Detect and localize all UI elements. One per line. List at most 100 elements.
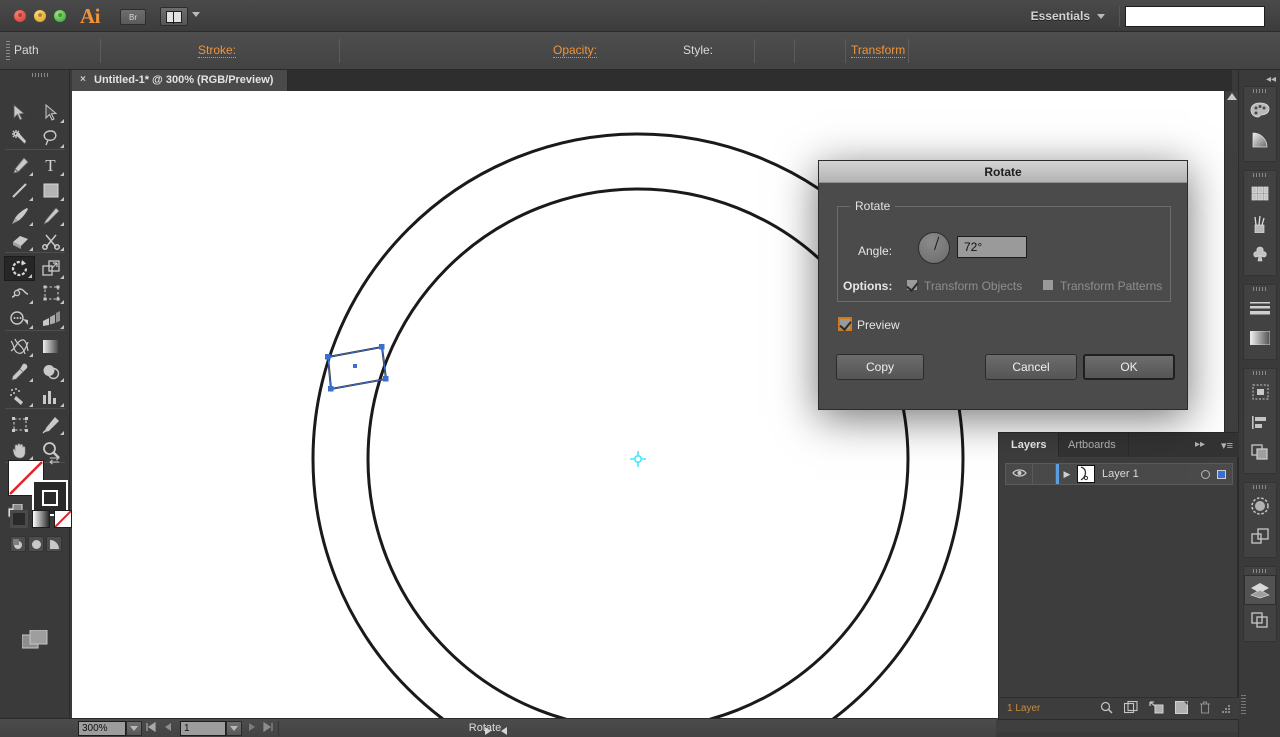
tool-lasso[interactable] <box>35 125 66 150</box>
panel-resize-grip[interactable] <box>1222 701 1231 719</box>
minimize-window-button[interactable] <box>34 10 46 22</box>
draw-inside-button[interactable] <box>46 536 62 552</box>
tool-perspective-grid[interactable] <box>35 306 66 331</box>
delete-selection-button[interactable] <box>1199 701 1211 719</box>
gradient-panel-icon[interactable] <box>1244 323 1276 353</box>
tool-direct-selection[interactable] <box>35 100 66 125</box>
search-input[interactable] <box>1125 6 1265 27</box>
dock-group-grip[interactable] <box>1244 171 1276 179</box>
dock-resize-grip[interactable] <box>1241 695 1246 715</box>
dock-group-grip[interactable] <box>1244 285 1276 293</box>
pathfinder-panel-icon[interactable] <box>1244 437 1276 467</box>
layers-panel-icon[interactable] <box>1244 575 1276 605</box>
go-to-bridge-button[interactable]: Br <box>120 9 146 25</box>
layer-visibility-icon[interactable] <box>1006 467 1032 481</box>
tool-line-segment[interactable] <box>4 178 35 203</box>
tool-mesh[interactable] <box>4 334 35 359</box>
draw-behind-button[interactable] <box>28 536 44 552</box>
tab-layers[interactable]: Layers <box>999 433 1060 457</box>
close-document-icon[interactable]: × <box>80 74 86 86</box>
symbols-panel-icon[interactable] <box>1244 239 1276 269</box>
tool-column-graph[interactable] <box>35 384 66 409</box>
tool-selection[interactable] <box>4 100 35 125</box>
color-mode-none-button[interactable] <box>54 510 72 528</box>
opacity-label[interactable]: Opacity: <box>553 43 598 58</box>
screen-mode-button[interactable] <box>21 629 48 655</box>
tool-slice[interactable] <box>35 412 66 437</box>
workspace-switcher[interactable]: Essentials <box>1031 9 1090 23</box>
tool-rectangle[interactable] <box>35 178 66 203</box>
layer-selected-art-indicator[interactable] <box>1217 469 1226 479</box>
tools-panel-grip[interactable] <box>32 73 48 77</box>
layer-target-icon[interactable] <box>1201 469 1210 479</box>
status-menu-right-icon[interactable] <box>483 723 492 737</box>
dock-group-grip[interactable] <box>1244 483 1276 491</box>
copy-button[interactable]: Copy <box>836 354 924 380</box>
arrange-chevron-down-icon[interactable] <box>192 12 200 17</box>
layers-panel-menu-icon[interactable]: ▾≡ <box>1221 439 1233 452</box>
dock-group-grip[interactable] <box>1244 87 1276 95</box>
collapse-layers-panel-icon[interactable]: ▸▸ <box>1195 439 1205 450</box>
layer-expand-triangle-icon[interactable]: ▶ <box>1059 469 1075 480</box>
tool-pen[interactable] <box>4 153 35 178</box>
ok-button[interactable]: OK <box>1083 354 1175 380</box>
tool-hand[interactable] <box>4 437 35 462</box>
tool-eraser[interactable] <box>35 228 66 253</box>
preview-checkbox[interactable] <box>839 318 851 330</box>
draw-normal-button[interactable] <box>10 536 26 552</box>
tool-pencil[interactable] <box>35 203 66 228</box>
artboard-number-field[interactable]: 1 <box>180 721 226 736</box>
stroke-weight-label[interactable]: Stroke: <box>198 43 237 58</box>
swatches-panel-icon[interactable] <box>1244 179 1276 209</box>
control-bar-grip[interactable] <box>6 41 10 61</box>
create-new-sublayer-button[interactable] <box>1149 701 1164 719</box>
angle-input[interactable]: 72° <box>957 236 1027 258</box>
scroll-up-icon[interactable] <box>1227 93 1237 100</box>
tool-type[interactable]: T <box>35 153 66 178</box>
color-mode-flat-button[interactable] <box>10 510 28 528</box>
document-tab[interactable]: × Untitled-1* @ 300% (RGB/Preview) <box>72 70 289 91</box>
tool-artboard[interactable] <box>4 412 35 437</box>
tool-eyedropper[interactable] <box>4 359 35 384</box>
cancel-button[interactable]: Cancel <box>985 354 1077 380</box>
dock-group-grip[interactable] <box>1244 567 1276 575</box>
angle-dial[interactable] <box>918 232 950 264</box>
color-mode-gradient-button[interactable] <box>32 510 50 528</box>
close-window-button[interactable] <box>14 10 26 22</box>
tool-free-transform[interactable] <box>35 281 66 306</box>
transparency-panel-icon[interactable] <box>1244 377 1276 407</box>
tool-magic-wand[interactable] <box>4 125 35 150</box>
first-artboard-button[interactable] <box>146 721 156 735</box>
arrange-documents-button[interactable] <box>160 7 188 26</box>
table-row[interactable]: ▶ Layer 1 <box>1005 463 1233 485</box>
swap-fill-stroke-icon[interactable]: ⇄ <box>49 452 60 468</box>
collapse-panels-icon[interactable]: ◂◂ <box>1266 74 1276 85</box>
appearance-panel-icon[interactable] <box>1244 521 1276 551</box>
workspace-chevron-down-icon[interactable] <box>1097 14 1105 19</box>
tool-rotate[interactable] <box>4 256 35 281</box>
next-artboard-button[interactable] <box>248 722 257 735</box>
color-guide-panel-icon[interactable] <box>1244 125 1276 155</box>
previous-artboard-button[interactable] <box>163 722 172 735</box>
transform-panel-icon[interactable] <box>1244 491 1276 521</box>
color-panel-icon[interactable] <box>1244 95 1276 125</box>
align-panel-icon[interactable] <box>1244 407 1276 437</box>
transform-patterns-checkbox[interactable] <box>1042 279 1054 291</box>
zoom-level-field[interactable]: 300% <box>78 721 126 736</box>
tool-gradient[interactable] <box>35 334 66 359</box>
tool-scale[interactable] <box>35 256 66 281</box>
layer-name-label[interactable]: Layer 1 <box>1102 468 1139 480</box>
tool-blend[interactable] <box>35 359 66 384</box>
locate-object-button[interactable] <box>1100 701 1113 719</box>
tab-artboards[interactable]: Artboards <box>1056 433 1129 457</box>
stroke-panel-icon[interactable] <box>1244 293 1276 323</box>
transform-panel-link[interactable]: Transform <box>851 43 906 58</box>
last-artboard-button[interactable] <box>263 721 273 735</box>
tool-paintbrush[interactable] <box>4 203 35 228</box>
layers-list[interactable]: ▶ Layer 1 <box>1001 459 1237 717</box>
status-menu-left-icon[interactable] <box>500 723 509 737</box>
artboards-panel-icon[interactable] <box>1244 605 1276 635</box>
zoom-window-button[interactable] <box>54 10 66 22</box>
artboard-number-dropdown[interactable] <box>226 721 242 736</box>
tool-symbol-sprayer[interactable] <box>4 384 35 409</box>
